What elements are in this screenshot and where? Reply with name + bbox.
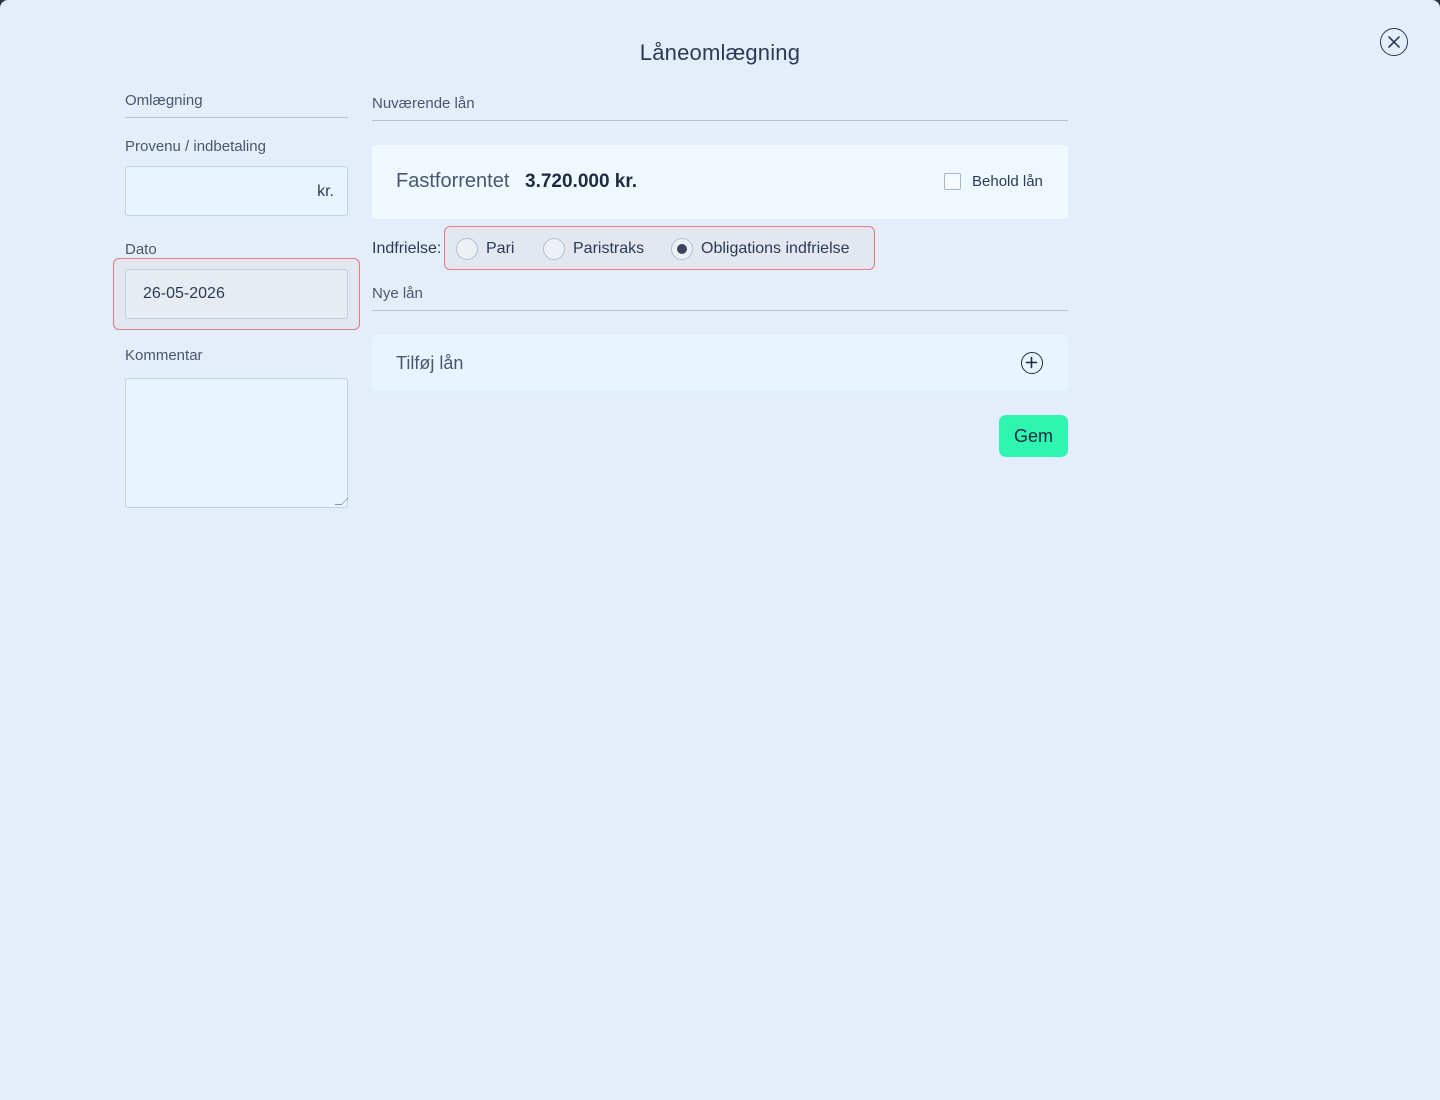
close-icon[interactable] — [1380, 28, 1408, 56]
resize-handle[interactable] — [334, 498, 349, 505]
current-loan-card: Fastforrentet 3.720.000 kr. Behold lån — [372, 145, 1068, 219]
proceeds-label: Provenu / indbetaling — [125, 138, 266, 155]
add-loan-label: Tilføj lån — [396, 353, 464, 373]
save-button[interactable]: Gem — [999, 415, 1068, 457]
keep-loan-checkbox[interactable] — [944, 173, 961, 190]
section-title-restructure: Omlægning — [125, 92, 348, 118]
redemption-label: Indfrielse: — [372, 240, 442, 257]
comment-textarea[interactable] — [125, 378, 349, 508]
section-title-current-loans: Nuværende lån — [372, 95, 1068, 121]
currency-suffix: kr. — [317, 183, 334, 200]
section-title-new-loans: Nye lån — [372, 285, 1068, 311]
restructure-panel: Omlægning — [125, 92, 348, 118]
loan-amount: 3.720.000 kr. — [525, 171, 637, 192]
plus-circle-icon[interactable] — [1021, 352, 1043, 374]
radio-label-paristraks[interactable]: Paristraks — [573, 240, 644, 258]
radio-obligations-indfrielse[interactable] — [671, 238, 693, 260]
redemption-radio-group: Pari Paristraks Obligations indfrielse — [444, 226, 875, 270]
proceeds-input[interactable]: kr. — [125, 166, 348, 216]
date-label: Dato — [125, 241, 157, 258]
radio-pari[interactable] — [456, 238, 478, 260]
add-loan-button[interactable]: Tilføj lån — [372, 335, 1068, 391]
radio-paristraks[interactable] — [543, 238, 565, 260]
radio-label-obligations-indfrielse[interactable]: Obligations indfrielse — [701, 240, 850, 258]
radio-label-pari[interactable]: Pari — [486, 240, 514, 258]
modal-title: Låneomlægning — [639, 40, 801, 65]
date-input[interactable]: 26-05-2026 — [125, 269, 348, 319]
keep-loan-label[interactable]: Behold lån — [972, 173, 1043, 190]
loan-restructure-modal: Låneomlægning Omlægning Provenu / indbet… — [0, 0, 1440, 1100]
loan-type: Fastforrentet — [396, 170, 510, 192]
comment-label: Kommentar — [125, 347, 203, 364]
